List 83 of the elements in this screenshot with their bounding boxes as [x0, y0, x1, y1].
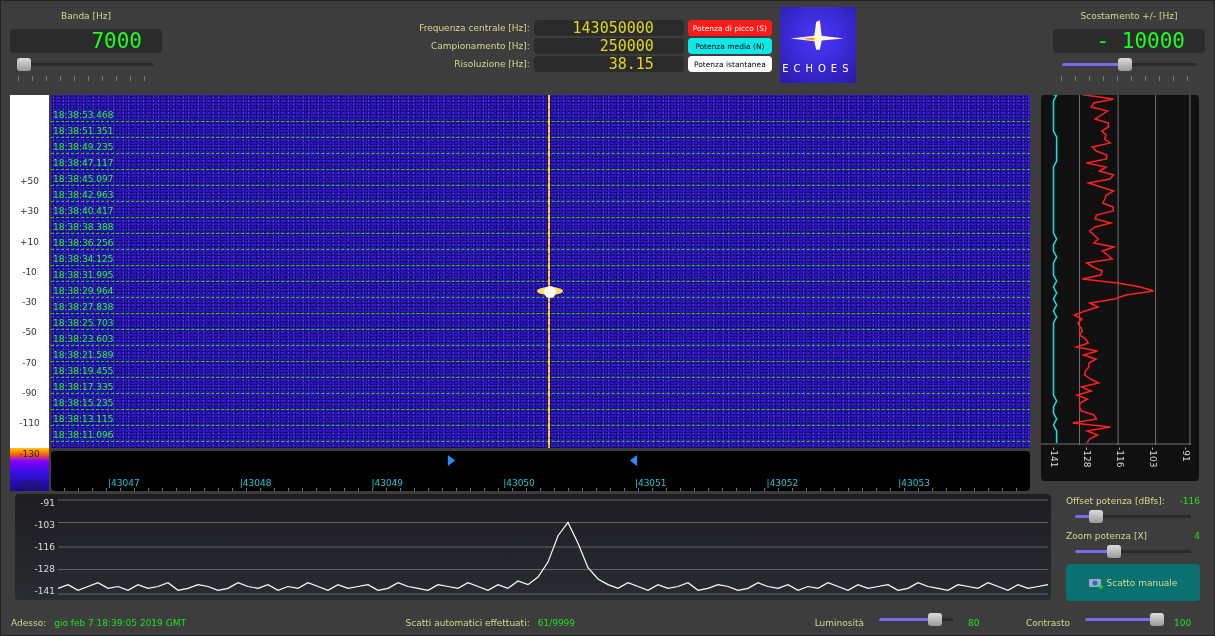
timestamp-label: 18:38:25.703 [52, 318, 114, 329]
timestamp-label: 18:38:42.963 [52, 190, 114, 201]
now-label: Adesso: [11, 617, 47, 628]
timestamp-label: 18:38:31.995 [52, 270, 114, 281]
timestamp-label: 18:38:29.964 [52, 286, 114, 297]
slider-label: Contrasto [1026, 617, 1070, 628]
slider-value: 80 [968, 617, 981, 628]
frequency-label: |43052 [766, 477, 800, 490]
power-tick-label: -103 [1148, 447, 1158, 468]
timestamp-label: 18:38:17.335 [52, 382, 114, 393]
frequency-label: |43048 [239, 477, 273, 490]
camera-icon [1088, 576, 1103, 589]
timestamp-label: 18:38:40.417 [52, 206, 114, 217]
slider-value: -116 [1179, 496, 1200, 506]
band-label: Banda [Hz] [60, 11, 112, 23]
scale-label: -150 [19, 479, 40, 491]
right-triangle-marker-icon[interactable] [447, 455, 456, 466]
timestamp-label: 18:38:45.097 [52, 174, 114, 185]
offset-label: Scostamento +/- [Hz] [1079, 11, 1179, 23]
slider-value: 4 [1194, 531, 1200, 541]
scale-label: -90 [22, 387, 37, 401]
shots-value: 61/9999 [537, 617, 576, 628]
now-value: gio feb 7 18:39:05 2019 GMT [54, 617, 186, 628]
timestamp-label: 18:38:19.455 [52, 366, 114, 377]
power-tick-label: -116 [1115, 447, 1125, 468]
scale-label: -70 [22, 356, 37, 370]
frequency-label: |43051 [634, 477, 668, 490]
shots-label: Scatti automatici effettuati: [405, 617, 530, 628]
scale-label: +30 [20, 205, 39, 219]
parameter-display: 143050000 [533, 20, 684, 36]
parameter-label: Risoluzione [Hz]: [454, 59, 530, 69]
power-tick-label: -128 [34, 564, 55, 574]
slider-label: Offset potenza [dBfs]: [1066, 496, 1165, 506]
manual-capture-button[interactable]: Scatto manuale [1066, 564, 1200, 601]
timestamp-label: 18:38:21.589 [52, 350, 114, 361]
timestamp-label: 18:38:23.603 [52, 334, 114, 345]
timestamp-label: 18:38:38.388 [52, 222, 114, 233]
logo-text: ECHOES [782, 63, 854, 74]
parameter-display: 38.15 [533, 56, 684, 72]
power-tick-label: -91 [1181, 447, 1191, 464]
scale-label: -10 [22, 265, 37, 279]
slider-label: Zoom potenza [X] [1066, 531, 1148, 541]
slider-thumb[interactable] [1149, 613, 1164, 626]
offset-display: - 10000 [1053, 29, 1205, 53]
scale-label: -130 [19, 448, 40, 460]
frequency-label: |43047 [108, 477, 141, 490]
timestamp-label: 18:38:11.096 [52, 430, 114, 441]
slider-thumb[interactable] [17, 58, 32, 71]
parameter-display: 250000 [533, 38, 684, 54]
power-tick-label: -91 [40, 498, 55, 508]
power-tick-label: -116 [34, 542, 55, 552]
slider-label: Luminosità [814, 617, 865, 628]
timestamp-label: 18:38:13.115 [52, 414, 114, 425]
slider-thumb[interactable] [1117, 58, 1132, 71]
left-triangle-marker-icon[interactable] [629, 455, 638, 466]
frequency-label: |43050 [503, 477, 536, 490]
scale-label: +50 [20, 175, 39, 188]
timestamp-label: 18:38:15.235 [52, 398, 114, 409]
scale-label: +10 [20, 235, 39, 249]
timestamp-label: 18:38:47.117 [52, 158, 114, 169]
power-tick-label: -141 [34, 586, 55, 596]
timestamp-label: 18:38:27.838 [52, 302, 114, 313]
band-display: 7000 [10, 29, 162, 53]
timestamp-label: 18:38:36.256 [52, 238, 114, 249]
power-tick-label: -128 [1082, 447, 1092, 468]
slider-thumb[interactable] [1107, 545, 1122, 558]
power-tick-label: -103 [34, 520, 55, 530]
timestamp-label: 18:38:49.235 [52, 142, 114, 153]
timestamp-label: 18:38:51.351 [52, 126, 114, 137]
frequency-label: |43053 [898, 477, 931, 490]
parameter-label: Frequenza centrale [Hz]: [419, 23, 530, 33]
slider-thumb[interactable] [1088, 510, 1103, 523]
power-tick-label: -141 [1049, 447, 1059, 468]
timestamp-label: 18:38:53.468 [52, 110, 114, 121]
slider-thumb[interactable] [927, 613, 942, 626]
timestamp-label: 18:38:34.125 [52, 254, 114, 265]
scale-label: -30 [22, 296, 37, 310]
scale-label: -110 [19, 417, 40, 431]
parameter-label: Campionamento [Hz]: [430, 41, 530, 51]
meteor-echo-blob [535, 284, 565, 300]
scale-label: -50 [22, 326, 37, 340]
frequency-label: |43049 [371, 477, 405, 490]
slider-value: 100 [1174, 617, 1193, 628]
